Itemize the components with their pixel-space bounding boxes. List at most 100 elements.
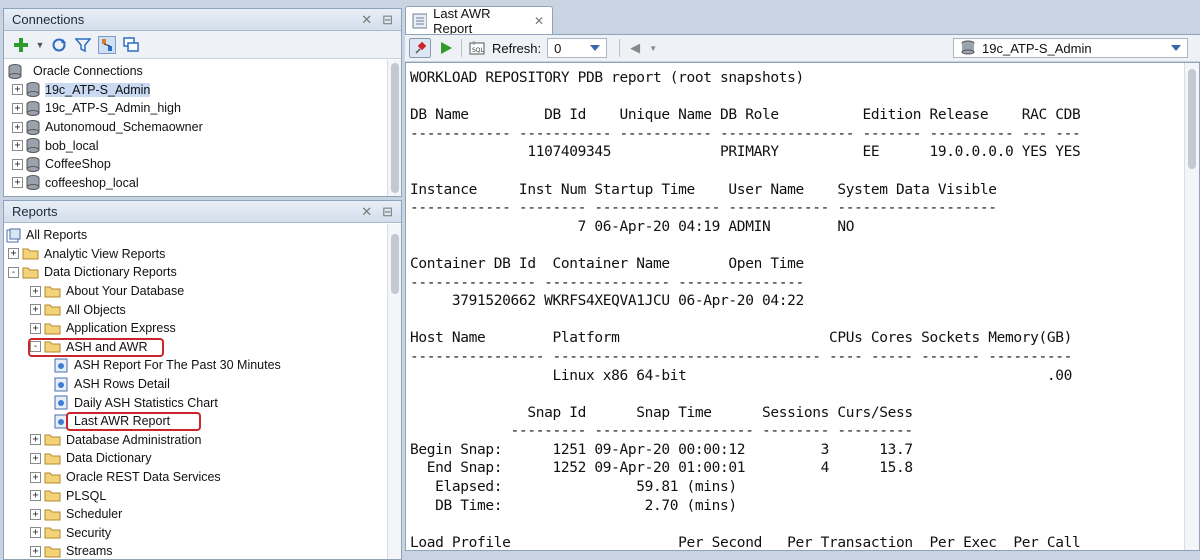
expand-icon[interactable]: + — [30, 527, 41, 539]
windows-icon[interactable] — [122, 36, 140, 54]
report-folder[interactable]: + PLSQL — [4, 486, 401, 505]
chevron-down-icon[interactable]: ▼ — [36, 36, 45, 54]
schema-browser-icon[interactable] — [98, 35, 116, 54]
connections-scrollbar[interactable] — [387, 60, 401, 196]
sql-icon[interactable]: SQL — [468, 39, 486, 57]
folder-icon — [22, 248, 39, 260]
folder-icon — [44, 453, 61, 465]
report-folder[interactable]: + Streams — [4, 542, 401, 559]
connection-label: 19c_ATP-S_Admin_high — [45, 101, 181, 116]
expand-icon[interactable]: + — [8, 248, 19, 260]
refresh-value: 0 — [554, 40, 562, 56]
connection-item[interactable]: + CoffeeShop — [4, 155, 401, 174]
report-label: Security — [66, 525, 112, 540]
report-folder[interactable]: + About Your Database — [4, 282, 401, 301]
expand-icon[interactable]: + — [30, 285, 41, 297]
database-icon — [26, 119, 40, 135]
expand-icon[interactable]: + — [30, 322, 41, 334]
database-icon — [26, 82, 40, 98]
connection-item[interactable]: +19c_ATP-S_Admin — [4, 81, 401, 100]
report-folder[interactable]: + Scheduler — [4, 505, 401, 524]
refresh-interval-select[interactable]: 0 — [547, 38, 608, 58]
connections-root[interactable]: Oracle Connections — [4, 62, 401, 81]
expand-icon[interactable]: + — [12, 121, 23, 133]
folder-icon — [44, 323, 61, 335]
report-folder[interactable]: All Reports — [4, 226, 401, 245]
expand-icon[interactable]: + — [12, 84, 23, 96]
report-output: WORKLOAD REPOSITORY PDB report (root sna… — [405, 62, 1200, 551]
folder-icon — [44, 434, 61, 446]
tab-label: Last AWR Report — [433, 5, 491, 36]
connection-label: CoffeeShop — [45, 157, 111, 172]
minimize-icon[interactable]: ⊟ — [382, 204, 393, 220]
reports-root-icon — [6, 228, 21, 243]
back-nav-icon[interactable]: ◀ — [626, 39, 644, 57]
run-icon[interactable] — [437, 39, 455, 57]
connection-item[interactable]: + bob_local — [4, 136, 401, 155]
connection-item[interactable]: + Autonomoud_Schemaowner — [4, 118, 401, 137]
report-label: Database Administration — [66, 432, 202, 447]
connections-tree: Oracle Connections +19c_ATP-S_Admin +19c_… — [4, 59, 401, 192]
report-item[interactable]: Daily ASH Statistics Chart — [4, 393, 401, 412]
reports-panel: Reports ✕ ⊟ All Reports + Analytic View Re… — [3, 200, 402, 560]
report-label: Scheduler — [66, 507, 123, 522]
report-folder[interactable]: + Database Administration — [4, 431, 401, 450]
expand-icon[interactable]: + — [30, 490, 41, 502]
expand-icon[interactable]: + — [12, 102, 23, 114]
expand-icon[interactable]: + — [30, 452, 41, 464]
report-label: ASH Report For The Past 30 Minutes — [74, 358, 281, 373]
folder-icon — [44, 509, 61, 521]
close-icon[interactable]: ✕ — [361, 12, 372, 28]
connection-item[interactable]: +19c_ATP-S_Admin_high — [4, 99, 401, 118]
close-icon[interactable]: ✕ — [361, 204, 372, 220]
folder-icon — [44, 286, 61, 298]
report-folder[interactable]: + Data Dictionary — [4, 449, 401, 468]
report-item[interactable]: ASH Rows Detail — [4, 375, 401, 394]
expand-icon[interactable]: + — [30, 508, 41, 520]
report-folder[interactable]: - ASH and AWR — [4, 337, 401, 357]
reports-scrollbar[interactable] — [387, 224, 401, 559]
report-label: Data Dictionary Reports — [44, 265, 177, 280]
highlight-box — [66, 411, 201, 431]
report-folder[interactable]: - Data Dictionary Reports — [4, 263, 401, 282]
report-scrollbar[interactable] — [1184, 63, 1199, 550]
report-icon — [54, 358, 68, 373]
report-label: Analytic View Reports — [44, 246, 166, 261]
expand-icon[interactable]: + — [30, 434, 41, 446]
database-icon — [26, 156, 40, 172]
report-icon — [54, 395, 68, 410]
expand-icon[interactable]: + — [30, 545, 41, 557]
report-folder[interactable]: + Security — [4, 524, 401, 543]
report-folder[interactable]: + Analytic View Reports — [4, 245, 401, 264]
chevron-down-icon[interactable]: ▼ — [649, 39, 657, 57]
chevron-down-icon — [1171, 45, 1181, 51]
editor-area: Last AWR Report ✕ SQL Refresh: 0 ◀ ▼ 19c… — [405, 0, 1200, 551]
expand-icon[interactable]: + — [30, 304, 41, 316]
folder-icon — [44, 527, 61, 539]
report-folder[interactable]: + All Objects — [4, 300, 401, 319]
expand-icon[interactable]: + — [12, 158, 23, 170]
refresh-icon[interactable] — [50, 36, 68, 54]
add-connection-icon[interactable] — [12, 36, 30, 54]
connection-value: 19c_ATP-S_Admin — [982, 40, 1092, 56]
tab-last-awr-report[interactable]: Last AWR Report ✕ — [405, 5, 553, 36]
editor-tabbar: Last AWR Report ✕ — [405, 0, 1200, 36]
filter-icon[interactable] — [74, 36, 92, 54]
minimize-icon[interactable]: ⊟ — [382, 12, 393, 28]
expand-icon[interactable]: + — [30, 471, 41, 483]
report-toolbar: SQL Refresh: 0 ◀ ▼ 19c_ATP-S_Admin — [405, 34, 1200, 62]
report-item[interactable]: Last AWR Report — [4, 411, 401, 431]
report-folder[interactable]: + Application Express — [4, 319, 401, 338]
close-tab-icon[interactable]: ✕ — [534, 14, 544, 28]
folder-icon — [44, 472, 61, 484]
expand-icon[interactable]: + — [12, 177, 23, 189]
expand-icon[interactable]: - — [8, 266, 19, 278]
report-folder[interactable]: + Oracle REST Data Services — [4, 468, 401, 487]
report-item[interactable]: ASH Report For The Past 30 Minutes — [4, 356, 401, 375]
refresh-label: Refresh: — [492, 40, 542, 56]
reports-tree: All Reports + Analytic View Reports - Data D… — [4, 223, 401, 559]
connection-item[interactable]: + coffeeshop_local — [4, 174, 401, 193]
pin-icon[interactable] — [409, 38, 431, 58]
connection-select[interactable]: 19c_ATP-S_Admin — [953, 38, 1188, 58]
expand-icon[interactable]: + — [12, 140, 23, 152]
